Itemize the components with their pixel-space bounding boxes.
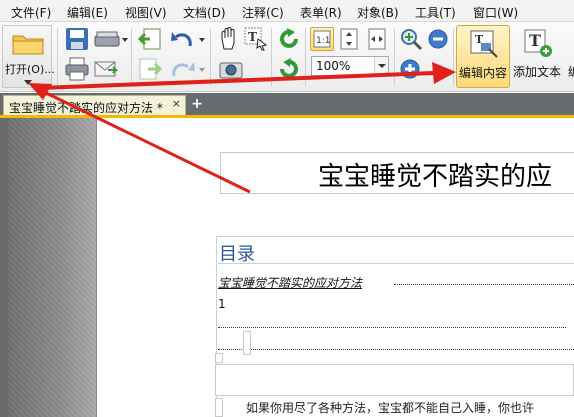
svg-text:1:1: 1:1 [316,36,330,46]
scanner-icon[interactable] [94,28,120,50]
toc-leader-dots [218,349,574,350]
body-paragraph[interactable]: 如果你用尽了各种方法，宝宝都不能自己入睡，你也许 [246,399,534,416]
hand-tool-icon[interactable] [218,27,240,51]
select-text-icon[interactable]: T [244,27,268,51]
add-text-icon: T [524,29,552,57]
menu-bar: 文件(F) 编辑(E) 视图(V) 文档(D) 注释(C) 表单(R) 对象(B… [0,0,574,22]
toc-page-number[interactable]: 1 [218,297,226,311]
toolbar: 打开(O)... T 1:1 100% T 编辑内容 T 添加文本 [0,22,574,92]
menu-tools[interactable]: 工具(T) [415,4,456,21]
menu-form[interactable]: 表单(R) [300,4,342,21]
rotate-clockwise-icon[interactable] [277,27,301,51]
page-background [8,118,96,417]
add-text-label: 添加文本 [513,65,562,79]
chevron-down-icon[interactable] [199,38,205,42]
import-page-icon[interactable] [138,28,162,52]
undo-icon[interactable] [170,28,196,50]
toc-leader-dots [394,284,574,285]
edit-content-icon: T [470,30,498,58]
open-button-label: 打开(O)... [5,63,55,76]
rotate-counterclockwise-icon[interactable] [277,57,301,81]
menu-file[interactable]: 文件(F) [11,4,51,21]
fit-width-icon[interactable] [366,28,388,50]
text-box-handle[interactable] [215,353,223,363]
add-text-button[interactable]: T 添加文本 [511,25,565,88]
export-page-icon[interactable] [138,58,162,82]
chevron-down-icon [24,80,32,85]
zoom-in-icon[interactable] [399,58,421,80]
fit-page-icon[interactable] [338,28,360,50]
menu-view[interactable]: 视图(V) [125,4,167,21]
document-title[interactable]: 宝宝睡觉不踏实的应 [318,156,552,193]
document-tab-title: 宝宝睡觉不踏实的应对方法 * [9,101,163,115]
snapshot-icon[interactable] [219,59,243,79]
text-box[interactable] [215,364,574,396]
zoom-in-magnifier-icon[interactable] [399,27,423,51]
actual-size-button[interactable]: 1:1 [310,27,334,51]
zoom-value: 100% [316,59,351,73]
edit-content-label: 编辑内容 [459,66,508,80]
text-box-handle[interactable] [243,331,251,355]
menu-window[interactable]: 窗口(W) [473,4,518,21]
menu-edit[interactable]: 编辑(E) [67,4,108,21]
document-tab[interactable]: 宝宝睡觉不踏实的应对方法 * × [3,95,186,115]
toc-divider [218,263,574,264]
open-button[interactable]: 打开(O)... [2,25,55,88]
chevron-down-icon[interactable] [122,38,128,42]
zoom-out-icon[interactable] [427,28,449,50]
redo-icon[interactable] [170,58,196,80]
chevron-down-icon[interactable] [199,68,205,72]
menu-object[interactable]: 对象(B) [357,4,399,21]
zoom-select[interactable]: 100% [311,56,389,76]
text-box-handle[interactable] [215,398,223,417]
side-panel-edge[interactable] [0,118,8,417]
edit-content-button[interactable]: T 编辑内容 [456,25,510,88]
folder-icon [12,35,44,55]
close-icon[interactable]: × [172,97,181,110]
menu-document[interactable]: 文档(D) [183,4,226,21]
menu-comment[interactable]: 注释(C) [242,4,284,21]
email-icon[interactable] [94,58,120,80]
chevron-down-icon[interactable] [374,57,388,75]
print-icon[interactable] [65,57,89,81]
svg-text:T: T [248,30,257,44]
toc-entry-link[interactable]: 宝宝睡觉不踏实的应对方法 [218,274,362,291]
save-icon[interactable] [65,27,89,51]
svg-text:T: T [529,31,541,50]
actual-size-icon: 1:1 [313,30,331,48]
document-tab-bar: 宝宝睡觉不踏实的应对方法 * × [0,93,574,115]
truncated-toolbar-label[interactable]: 编 [568,63,574,80]
toc-leader-dots [218,327,566,328]
new-tab-button[interactable]: + [190,97,204,111]
